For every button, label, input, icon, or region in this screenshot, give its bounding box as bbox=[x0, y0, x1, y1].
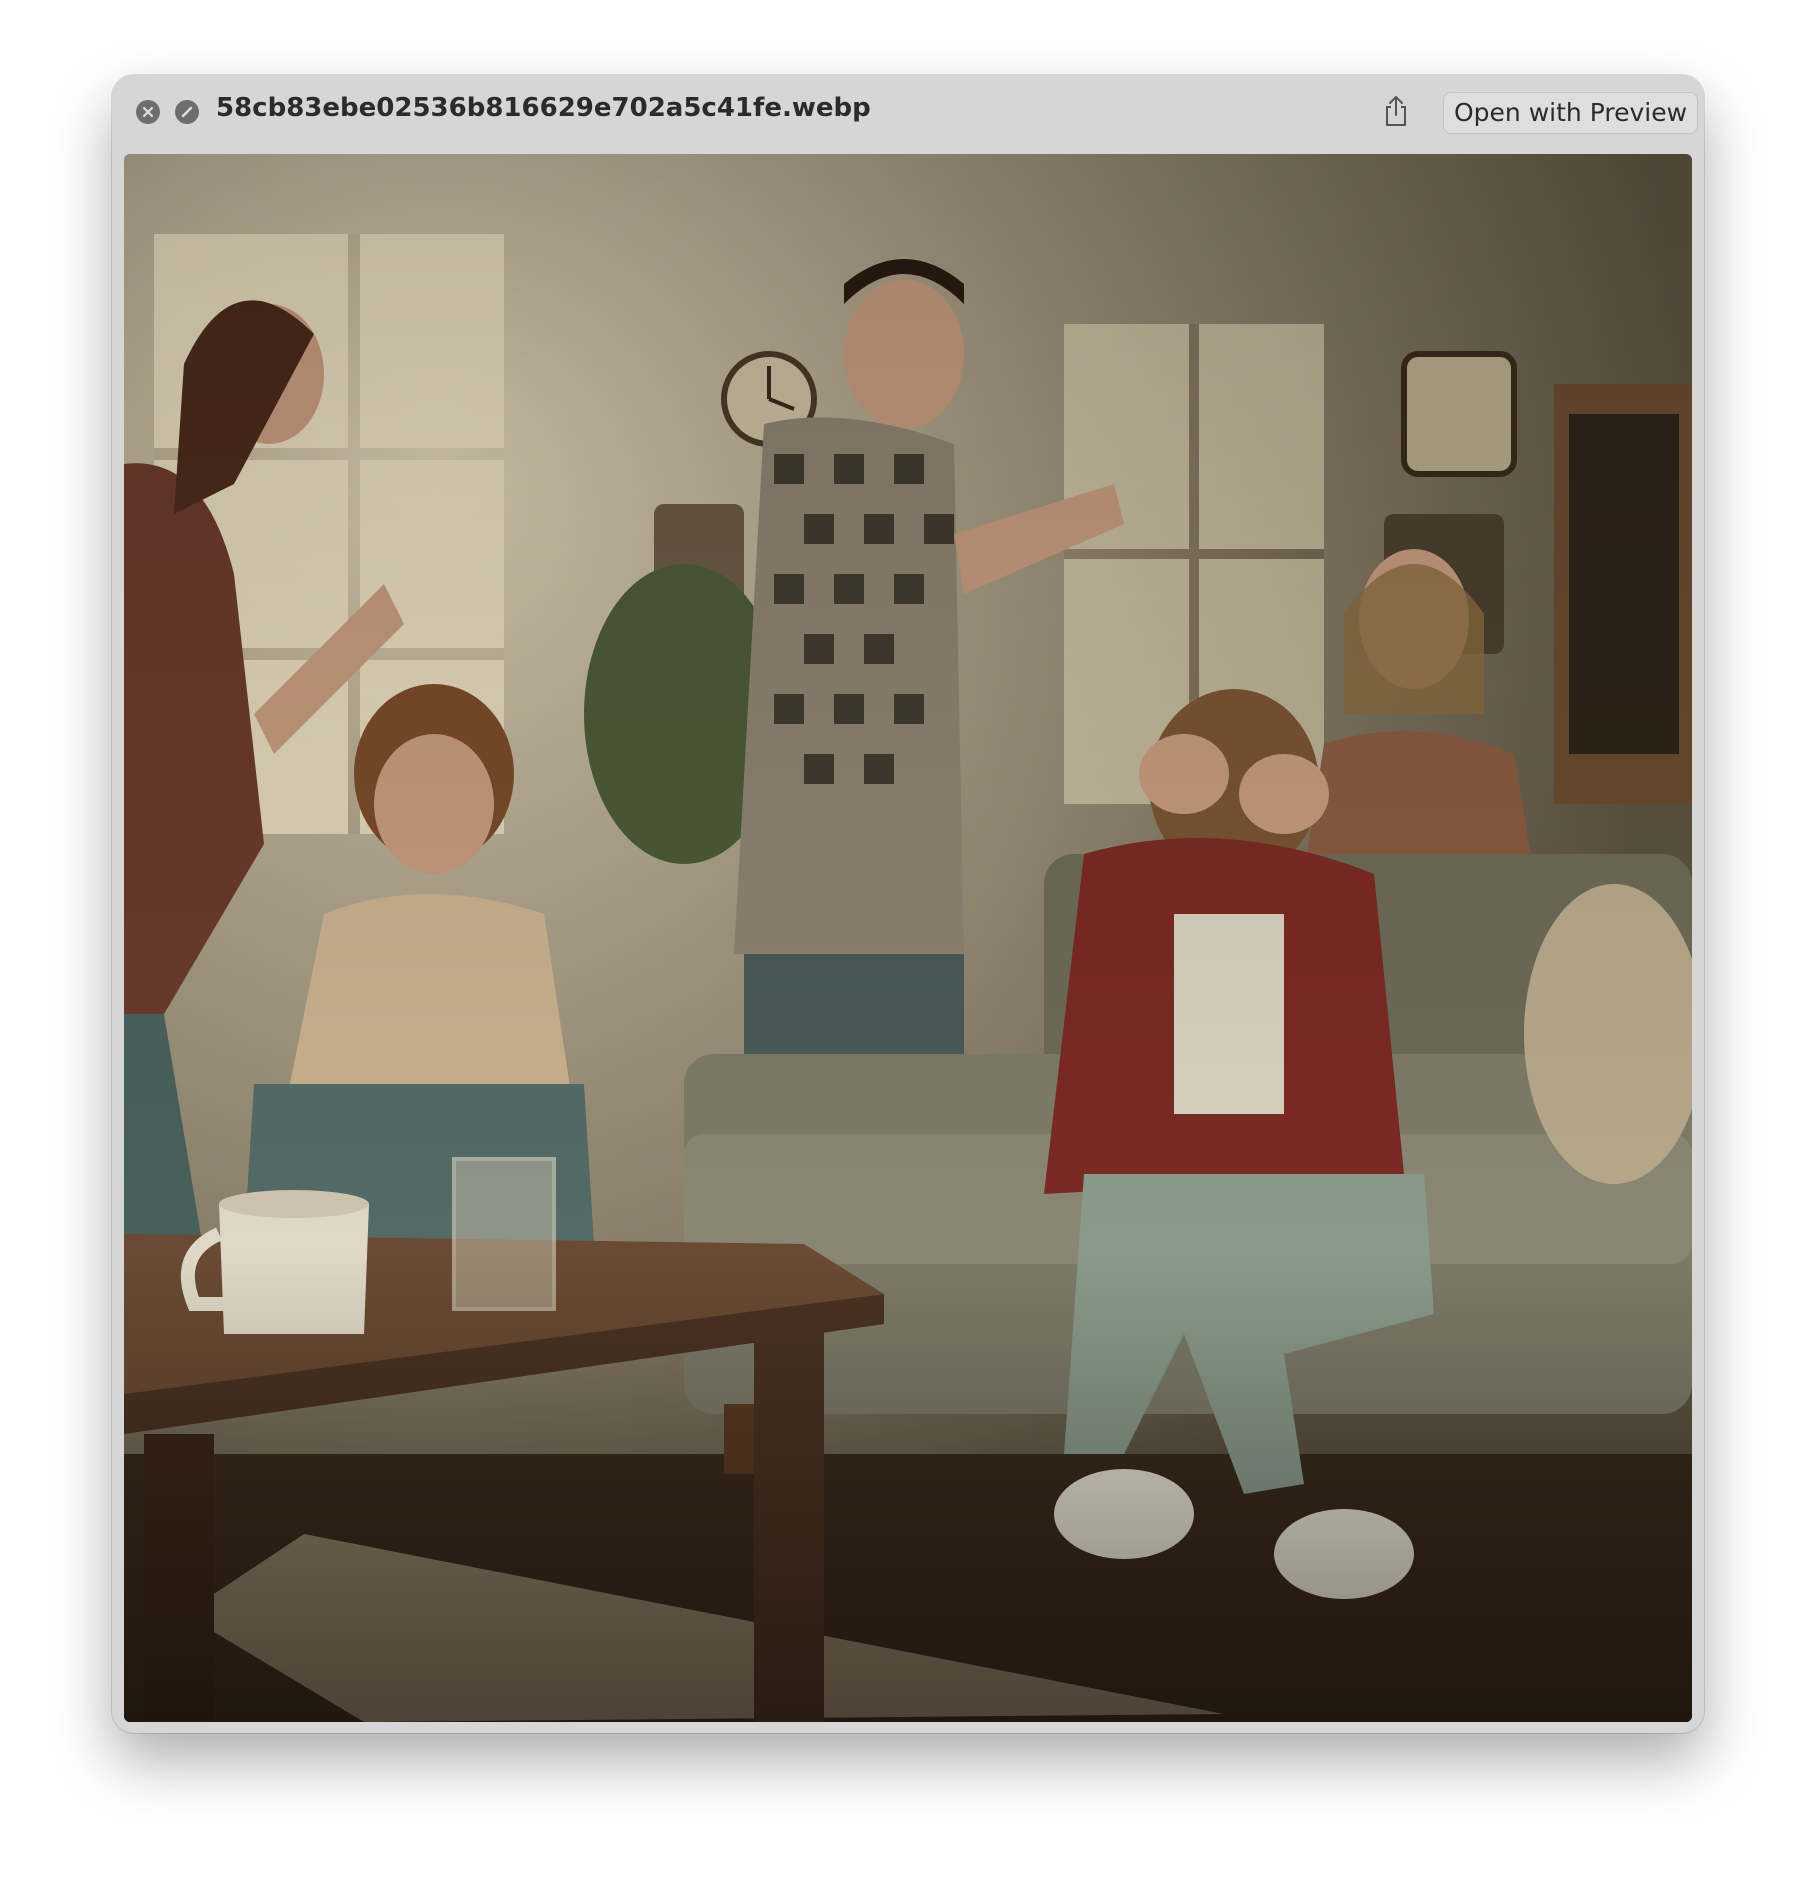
image-preview bbox=[124, 154, 1692, 1722]
window-title: 58cb83ebe02536b816629e702a5c41fe.webp bbox=[216, 93, 871, 123]
fullscreen-button[interactable] bbox=[175, 100, 199, 124]
close-icon bbox=[142, 106, 154, 118]
fullscreen-icon bbox=[180, 105, 194, 119]
open-with-preview-button[interactable]: Open with Preview bbox=[1443, 92, 1699, 134]
share-icon bbox=[1383, 95, 1409, 132]
title-bar: 58cb83ebe02536b816629e702a5c41fe.webp Op… bbox=[112, 75, 1704, 151]
share-button[interactable] bbox=[1376, 93, 1416, 133]
close-button[interactable] bbox=[136, 100, 160, 124]
quicklook-window: 58cb83ebe02536b816629e702a5c41fe.webp Op… bbox=[112, 75, 1704, 1733]
